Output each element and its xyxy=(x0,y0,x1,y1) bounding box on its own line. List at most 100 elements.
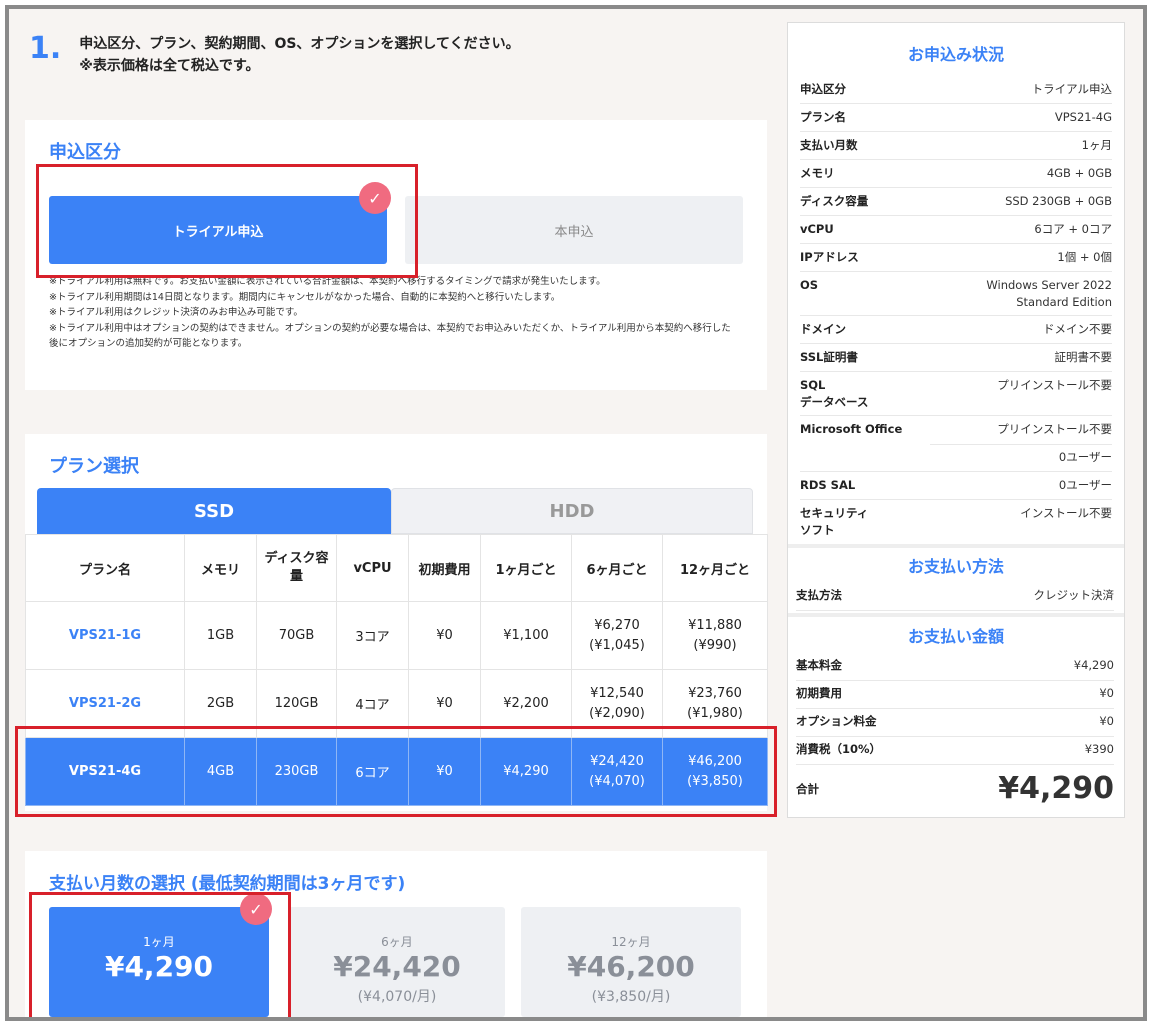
col-header-6-months: 6ヶ月ごと xyxy=(571,534,663,602)
summary-value: VPS21-4G xyxy=(1054,110,1112,124)
month-price: ¥24,420 xyxy=(333,950,461,983)
summary-key: ドメイン xyxy=(800,322,846,336)
plan-price-6m: ¥6,270 (¥1,045) xyxy=(571,601,663,670)
price: ¥6,270 xyxy=(594,617,640,633)
plan-price-1m: ¥2,200 xyxy=(480,669,572,738)
trial-note: ※トライアル利用は無料です。お支払い金額に表示されている合計金額は、本契約へ移行… xyxy=(49,276,606,287)
plan-vcpu: 6コア xyxy=(336,737,409,806)
summary-value: トライアル申込 xyxy=(1031,82,1112,96)
plan-row-vps21-2g[interactable]: VPS21-2G 2GB 120GB 4コア ¥0 ¥2,200 ¥12,540… xyxy=(25,669,768,738)
monthly-price: (¥1,045) xyxy=(589,637,645,653)
plan-name[interactable]: VPS21-1G xyxy=(25,601,185,670)
summary-row: IPアドレス 1個 + 0個 xyxy=(800,244,1112,272)
summary-row: RDS SAL 0ユーザー xyxy=(800,472,1112,500)
summary-row: 支払い月数 1ヶ月 xyxy=(800,132,1112,160)
price: ¥46,200 xyxy=(688,753,742,769)
summary-key: OS xyxy=(800,278,819,292)
col-header-disk: ディスク容量 xyxy=(256,534,337,602)
step-number: 1. xyxy=(29,31,62,66)
summary-value: プリインストール不要 xyxy=(997,422,1112,436)
plan-price-12m: ¥46,200 (¥3,850) xyxy=(662,737,768,806)
col-header-12-months: 12ヶ月ごと xyxy=(662,534,768,602)
summary-key: 申込区分 xyxy=(800,82,846,96)
month-label: 6ヶ月 xyxy=(381,935,413,949)
col-header-memory: メモリ xyxy=(184,534,257,602)
payment-method-title: お支払い方法 xyxy=(907,557,1004,576)
monthly-price: (¥3,850) xyxy=(687,773,743,789)
plan-price-6m: ¥24,420 (¥4,070) xyxy=(571,737,663,806)
plan-table-header: プラン名 メモリ ディスク容量 vCPU 初期費用 1ヶ月ごと 6ヶ月ごと 12… xyxy=(25,534,768,602)
summary-key: プラン名 xyxy=(800,110,846,124)
trial-note: ※トライアル利用期間は14日間となります。期間内にキャンセルがなかった場合、自動… xyxy=(49,291,561,303)
summary-row: OS Windows Server 2022 Standard Edition xyxy=(800,272,1112,316)
trial-application-button[interactable]: トライアル申込 xyxy=(49,196,387,264)
summary-value: ドメイン不要 xyxy=(1043,322,1112,336)
month-option-12[interactable]: 12ヶ月 ¥46,200 (¥3,850/月) xyxy=(521,907,741,1017)
col-header-vcpu: vCPU xyxy=(336,534,409,602)
summary-key: IPアドレス xyxy=(800,250,859,264)
payment-method-value: クレジット決済 xyxy=(1033,588,1115,602)
summary-value: 証明書不要 xyxy=(1054,350,1113,364)
amount-value: ¥0 xyxy=(1099,686,1114,700)
price: ¥24,420 xyxy=(590,753,644,769)
monthly-price: (¥1,980) xyxy=(687,705,743,721)
summary-key: RDS SAL xyxy=(800,478,856,492)
application-type-title: 申込区分 xyxy=(49,142,121,163)
amount-row: 基本料金 ¥4,290 xyxy=(796,653,1114,681)
plan-memory: 4GB xyxy=(184,737,257,806)
col-header-plan-name: プラン名 xyxy=(25,534,185,602)
step-instruction-line: 申込区分、プラン、契約期間、OS、オプションを選択してください。 xyxy=(79,36,520,52)
month-price: ¥4,290 xyxy=(104,950,214,983)
summary-row: プラン名 VPS21-4G xyxy=(800,104,1112,132)
summary-row: 0ユーザー xyxy=(800,444,1112,472)
total-row: 合計 ¥4,290 xyxy=(796,765,1114,813)
plan-initial-fee: ¥0 xyxy=(408,601,481,670)
summary-value: 4GB + 0GB xyxy=(1046,166,1112,180)
amount-key: オプション料金 xyxy=(796,714,877,728)
price: ¥23,760 xyxy=(688,685,742,701)
month-label: 1ヶ月 xyxy=(143,935,175,949)
trial-notes: ※トライアル利用は無料です。お支払い金額に表示されている合計金額は、本契約へ移行… xyxy=(49,274,737,352)
summary-row: 申込区分 トライアル申込 xyxy=(800,76,1112,104)
summary-value: SSD 230GB + 0GB xyxy=(1005,194,1112,208)
tab-hdd[interactable]: HDD xyxy=(391,488,753,534)
plan-name[interactable]: VPS21-4G xyxy=(25,737,185,806)
plan-vcpu: 4コア xyxy=(336,669,409,738)
plan-disk: 120GB xyxy=(256,669,337,738)
trial-note: ※トライアル利用はクレジット決済のみお申込み可能です。 xyxy=(49,307,303,318)
summary-key: vCPU xyxy=(800,222,834,236)
amount-key: 基本料金 xyxy=(796,658,842,672)
summary-row: SSL証明書 証明書不要 xyxy=(800,344,1112,372)
monthly-price: (¥990) xyxy=(693,637,737,653)
plan-row-vps21-1g[interactable]: VPS21-1G 1GB 70GB 3コア ¥0 ¥1,100 ¥6,270 (¥… xyxy=(25,601,768,670)
plan-memory: 1GB xyxy=(184,601,257,670)
plan-selection-card: プラン選択 SSD HDD プラン名 メモリ ディスク容量 vCPU 初期費用 … xyxy=(25,434,768,811)
full-application-button[interactable]: 本申込 xyxy=(405,196,743,264)
summary-value: Windows Server 2022 Standard Edition xyxy=(986,278,1112,309)
amount-value: ¥0 xyxy=(1099,714,1114,728)
month-option-6[interactable]: 6ヶ月 ¥24,420 (¥4,070/月) xyxy=(289,907,505,1017)
summary-row: vCPU 6コア + 0コア xyxy=(800,216,1112,244)
plan-row-vps21-4g[interactable]: VPS21-4G 4GB 230GB 6コア ¥0 ¥4,290 ¥24,420… xyxy=(25,737,768,806)
summary-value: 6コア + 0コア xyxy=(1034,222,1112,236)
payment-months-title: 支払い月数の選択 (最低契約期間は3ヶ月です) xyxy=(49,874,406,894)
summary-value: 1ヶ月 xyxy=(1081,138,1112,152)
application-type-card: 申込区分 トライアル申込 ✓ 本申込 ※トライアル利用は無料です。お支払い金額に… xyxy=(25,120,767,390)
plan-vcpu: 3コア xyxy=(336,601,409,670)
summary-key: ディスク容量 xyxy=(800,194,869,208)
amount-row: 初期費用 ¥0 xyxy=(796,681,1114,709)
selected-check-icon: ✓ xyxy=(359,182,391,214)
month-option-1[interactable]: 1ヶ月 ¥4,290 xyxy=(49,907,269,1017)
payment-amount-title: お支払い金額 xyxy=(907,627,1004,646)
page-frame: 1. 申込区分、プラン、契約期間、OS、オプションを選択してください。 ※表示価… xyxy=(5,5,1147,1021)
trial-note: ※トライアル利用中はオプションの契約はできません。オプションの契約が必要な場合は… xyxy=(49,322,731,350)
plan-initial-fee: ¥0 xyxy=(408,669,481,738)
summary-row: Microsoft Office プリインストール不要 xyxy=(800,416,1112,444)
plan-disk: 70GB xyxy=(256,601,337,670)
tab-ssd[interactable]: SSD xyxy=(37,488,391,534)
total-price: ¥4,290 xyxy=(998,771,1114,806)
summary-key: メモリ xyxy=(800,166,835,180)
step-instructions: 申込区分、プラン、契約期間、OS、オプションを選択してください。 ※表示価格は全… xyxy=(79,33,519,77)
plan-name[interactable]: VPS21-2G xyxy=(25,669,185,738)
summary-row: SQL データベース プリインストール不要 xyxy=(800,372,1112,416)
